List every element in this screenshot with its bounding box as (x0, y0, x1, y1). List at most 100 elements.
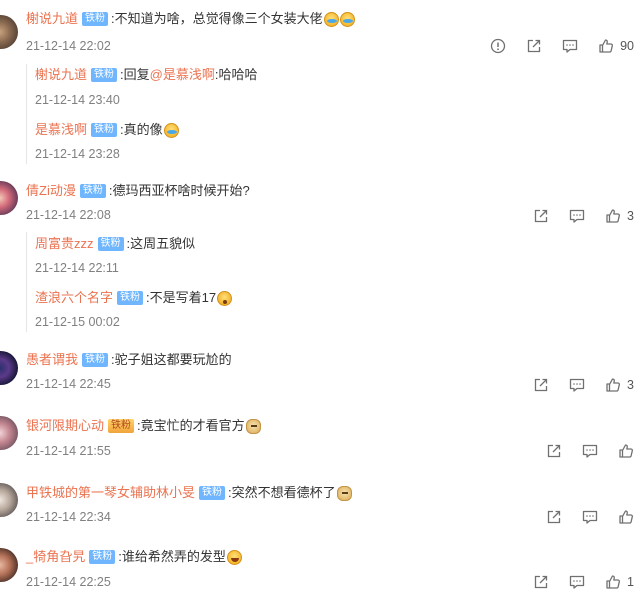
comment-text: :德玛西亚杯啥时候开始? (108, 183, 250, 198)
thumbs-up-icon (599, 39, 614, 53)
reply-text: :不是写着17 (146, 290, 217, 305)
comment-actions (526, 441, 634, 461)
comment-icon (569, 209, 585, 223)
like-button[interactable] (618, 443, 634, 459)
comment-timestamp: 21-12-14 22:45 (26, 377, 111, 391)
comment-header: 愚者谓我 铁粉 :驼子姐这都要玩尬的 (26, 351, 232, 369)
share-button[interactable] (546, 509, 562, 525)
thumbs-up-icon (606, 575, 621, 589)
avatar[interactable] (0, 548, 18, 582)
share-button[interactable] (533, 208, 549, 224)
comment-timestamp: 21-12-14 21:55 (26, 444, 111, 458)
reply-button[interactable] (582, 443, 598, 459)
avatar[interactable] (0, 483, 18, 517)
reply-button[interactable] (562, 38, 578, 54)
share-button[interactable] (533, 574, 549, 590)
share-icon (534, 209, 548, 223)
avatar[interactable] (0, 15, 18, 49)
reply-header: 周富贵zzz 铁粉 :这周五貌似 (35, 235, 195, 253)
reply-button[interactable] (569, 377, 585, 393)
comment-icon (582, 510, 598, 524)
comment-icon (569, 378, 585, 392)
fan-badge: 铁粉 (108, 419, 135, 433)
reply-timestamp: 21-12-14 23:40 (35, 93, 120, 107)
comment-timestamp: 21-12-14 22:34 (26, 510, 111, 524)
share-icon (534, 575, 548, 589)
comment-header: 甲铁城的第一琴女辅助林小旻 铁粉 :突然不想看德杯了 (26, 484, 352, 502)
comment-actions: 90 (470, 36, 634, 56)
like-count: 1 (627, 575, 634, 589)
comment-text: :驼子姐这都要玩尬的 (111, 352, 232, 367)
comment-text: :谁给希然弄的发型 (118, 549, 226, 564)
comment-icon (582, 444, 598, 458)
username-link[interactable]: 银河限期心动 (26, 417, 104, 435)
fan-badge: 铁粉 (91, 68, 118, 82)
reply-button[interactable] (582, 509, 598, 525)
comment-header: 倩Zi动漫 铁粉 :德玛西亚杯啥时候开始? (26, 182, 250, 200)
reply-header: 是慕浅啊 铁粉 :真的像 (35, 121, 179, 139)
comment-timestamp: 21-12-14 22:25 (26, 575, 111, 589)
fan-badge: 铁粉 (79, 184, 106, 198)
comment-header: 银河限期心动 铁粉 :竟宝忙的才看官方 (26, 417, 261, 435)
reply-divider (26, 64, 27, 164)
fan-badge: 铁粉 (117, 291, 144, 305)
reply-divider (26, 232, 27, 332)
username-link[interactable]: _犄角旮旯 (26, 548, 85, 566)
like-button[interactable]: 3 (605, 377, 634, 393)
comment-timestamp: 21-12-14 22:08 (26, 208, 111, 222)
share-button[interactable] (533, 377, 549, 393)
avatar[interactable] (0, 416, 18, 450)
comment-actions (526, 507, 634, 527)
reply-text: :哈哈哈 (214, 67, 258, 82)
reply-text: :真的像 (120, 122, 163, 137)
fan-badge: 铁粉 (82, 353, 109, 367)
doge-emoji-icon (336, 485, 352, 501)
like-button[interactable]: 3 (605, 208, 634, 224)
doge-emoji-icon (245, 418, 261, 434)
avatar[interactable] (0, 351, 18, 385)
username-link[interactable]: 倩Zi动漫 (26, 182, 76, 200)
report-button[interactable] (490, 38, 506, 54)
avatar[interactable] (0, 181, 18, 215)
share-icon (534, 378, 548, 392)
username-link[interactable]: 榭说九道 (35, 66, 87, 84)
surprised-emoji-icon (217, 290, 233, 306)
share-button[interactable] (526, 38, 542, 54)
username-link[interactable]: 甲铁城的第一琴女辅助林小旻 (26, 484, 195, 502)
like-count: 90 (620, 39, 634, 53)
comment-header: _犄角旮旯 铁粉 :谁给希然弄的发型 (26, 548, 242, 566)
share-icon (547, 444, 561, 458)
reply-button[interactable] (569, 208, 585, 224)
reply-header: 榭说九道 铁粉 :回复 @是慕浅啊 :哈哈哈 (35, 66, 257, 84)
share-button[interactable] (546, 443, 562, 459)
comment-actions: 1 (513, 572, 634, 592)
like-button[interactable]: 90 (598, 38, 634, 54)
comment-header: 榭说九道 铁粉 :不知道为啥，总觉得像三个女装大佬 (26, 10, 355, 28)
reply-button[interactable] (569, 574, 585, 590)
laughing-emoji-icon (226, 549, 242, 565)
cry-emoji-icon (339, 11, 355, 27)
comment-text: :不知道为啥，总觉得像三个女装大佬 (111, 11, 323, 26)
username-link[interactable]: 周富贵zzz (35, 235, 94, 253)
comment-icon (569, 575, 585, 589)
share-icon (527, 39, 541, 53)
username-link[interactable]: 是慕浅啊 (35, 121, 87, 139)
comment-icon (562, 39, 578, 53)
fan-badge: 铁粉 (199, 486, 226, 500)
username-link[interactable]: 渣浪六个名字 (35, 289, 113, 307)
like-button[interactable] (618, 509, 634, 525)
thumbs-up-icon (606, 378, 621, 392)
fan-badge: 铁粉 (91, 123, 118, 137)
comment-actions: 3 (513, 206, 634, 226)
mention-link[interactable]: @是慕浅啊 (150, 66, 215, 84)
fan-badge: 铁粉 (89, 550, 116, 564)
like-count: 3 (627, 378, 634, 392)
like-count: 3 (627, 209, 634, 223)
like-button[interactable]: 1 (605, 574, 634, 590)
username-link[interactable]: 愚者谓我 (26, 351, 78, 369)
username-link[interactable]: 榭说九道 (26, 10, 78, 28)
comment-text: :突然不想看德杯了 (228, 485, 336, 500)
reply-text: :这周五貌似 (126, 236, 196, 251)
fan-badge: 铁粉 (82, 12, 109, 26)
share-icon (547, 510, 561, 524)
